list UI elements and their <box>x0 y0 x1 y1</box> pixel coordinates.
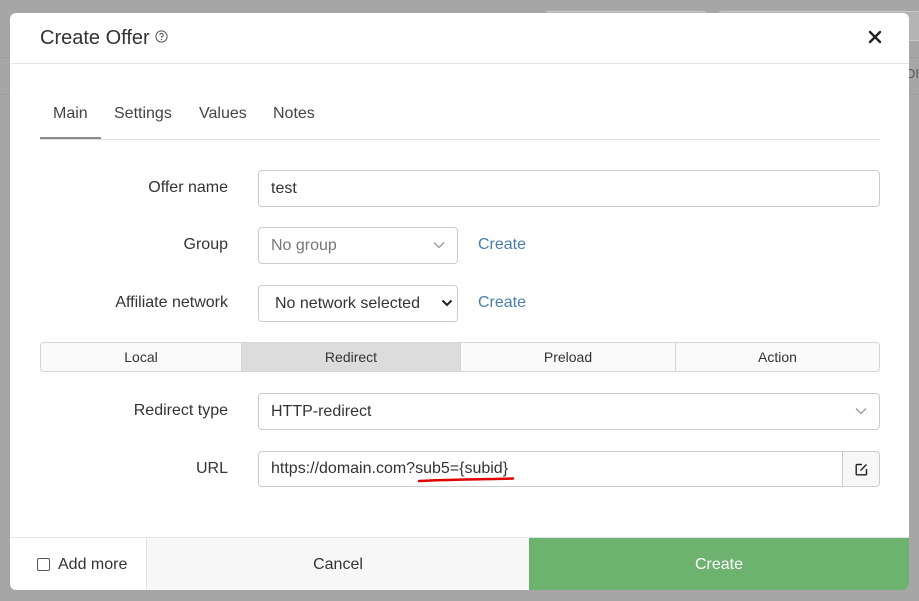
help-icon[interactable] <box>155 30 168 43</box>
modal-title: Create Offer <box>40 27 150 49</box>
create-group-link[interactable]: Create <box>478 236 526 254</box>
close-icon[interactable] <box>867 29 883 45</box>
create-offer-modal: Create Offer Main Settings Values Notes … <box>10 13 909 590</box>
chevron-down-icon <box>855 407 867 414</box>
add-more-label: Add more <box>58 555 128 573</box>
group-select-value: No group <box>271 236 337 254</box>
offer-name-value: test <box>271 179 297 197</box>
segment-preload[interactable]: Preload <box>461 343 676 371</box>
cancel-button[interactable]: Cancel <box>147 538 529 590</box>
tab-notes[interactable]: Notes <box>260 103 328 137</box>
tab-main[interactable]: Main <box>40 103 101 139</box>
chevron-down-icon <box>433 241 445 248</box>
tab-bar: Main Settings Values Notes <box>40 103 880 140</box>
group-select[interactable]: No group <box>258 227 458 264</box>
group-label: Group <box>183 236 228 253</box>
chevron-down-icon <box>441 299 453 306</box>
offer-name-label: Offer name <box>148 179 228 196</box>
modal-header: Create Offer <box>10 13 909 64</box>
redirect-type-label: Redirect type <box>133 402 228 419</box>
url-label: URL <box>195 460 228 477</box>
tab-values[interactable]: Values <box>186 103 260 137</box>
redirect-type-value: HTTP-redirect <box>271 402 372 420</box>
url-edit-button[interactable] <box>843 451 880 487</box>
offer-name-input[interactable]: test <box>258 170 880 207</box>
offer-type-segmented-control: Local Redirect Preload Action <box>40 342 880 372</box>
red-underline-annotation <box>417 477 515 483</box>
redirect-type-select[interactable]: HTTP-redirect <box>258 393 880 430</box>
segment-redirect[interactable]: Redirect <box>242 343 461 371</box>
affiliate-network-label: Affiliate network <box>115 294 228 311</box>
checkbox-icon[interactable] <box>37 558 50 571</box>
affiliate-network-select[interactable]: No network selected <box>258 285 458 322</box>
segment-local[interactable]: Local <box>41 343 242 371</box>
add-more-checkbox[interactable]: Add more <box>10 538 147 590</box>
create-button[interactable]: Create <box>529 538 909 590</box>
url-input[interactable]: https://domain.com?sub5={subid} <box>258 451 843 487</box>
modal-footer: Add more Cancel Create <box>10 537 909 590</box>
create-network-link[interactable]: Create <box>478 294 526 312</box>
affiliate-network-value: No network selected <box>275 294 420 312</box>
tab-settings[interactable]: Settings <box>101 103 185 137</box>
segment-action[interactable]: Action <box>676 343 879 371</box>
edit-icon <box>855 463 867 475</box>
